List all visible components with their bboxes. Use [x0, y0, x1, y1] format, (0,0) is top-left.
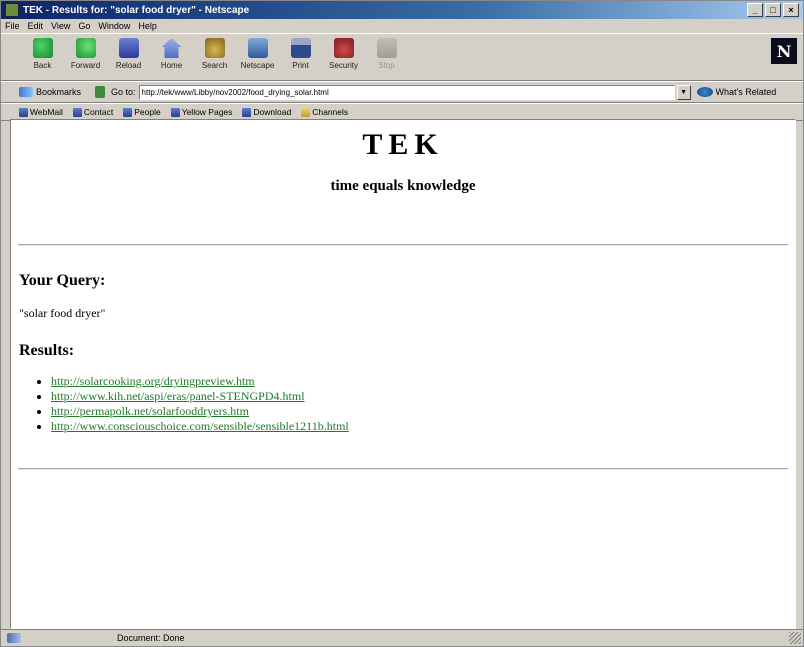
bookmark-icon: [72, 107, 82, 117]
list-item: http://www.consciouschoice.com/sensible/…: [51, 419, 349, 434]
lock-icon: [333, 38, 354, 58]
status-text: Document: Done: [117, 633, 185, 643]
results-heading: Results:: [19, 342, 75, 359]
bookmark-label: WebMail: [30, 107, 63, 117]
result-link[interactable]: http://solarcooking.org/dryingpreview.ht…: [51, 374, 255, 388]
bookmark-icon: [242, 107, 252, 117]
reload-button[interactable]: Reload: [107, 34, 150, 80]
forward-label: Forward: [70, 61, 101, 70]
location-toolbar: Bookmarks Go to: http://tek/www/Libby/no…: [1, 81, 803, 103]
menu-window[interactable]: Window: [98, 21, 130, 31]
result-link[interactable]: http://permapolk.net/solarfooddryers.htm: [51, 404, 249, 418]
back-arrow-icon: [32, 38, 53, 58]
page-title: TEK: [362, 128, 444, 161]
page-proxy-icon[interactable]: [95, 86, 106, 98]
menu-help[interactable]: Help: [138, 21, 157, 31]
bookmark-label: People: [134, 107, 161, 117]
title-bar: TEK - Results for: "solar food dryer" - …: [1, 1, 803, 19]
bookmark-label: Contact: [83, 107, 114, 117]
search-icon: [204, 38, 225, 58]
whats-related-button[interactable]: What's Related: [716, 87, 777, 97]
bookmark-icon: [19, 107, 28, 117]
connection-icon[interactable]: [7, 633, 21, 643]
top-divider: [18, 244, 788, 246]
results-list: http://solarcooking.org/dryingpreview.ht…: [37, 374, 349, 434]
netscape-icon: [247, 38, 268, 58]
bookmark-download[interactable]: Download: [242, 107, 291, 117]
bookmark-webmail[interactable]: WebMail: [19, 107, 63, 117]
netscape-logo[interactable]: N: [771, 38, 797, 64]
reload-label: Reload: [115, 61, 142, 70]
folder-icon: [301, 107, 311, 117]
bookmarks-button[interactable]: Bookmarks: [36, 87, 81, 97]
menu-edit[interactable]: Edit: [28, 21, 44, 31]
bookmark-icon: [170, 107, 180, 117]
url-input[interactable]: http://tek/www/Libby/nov2002/food_drying…: [138, 84, 675, 100]
bookmark-icon: [123, 107, 133, 117]
home-icon: [161, 38, 182, 58]
bookmark-label: Channels: [312, 107, 349, 117]
menu-go[interactable]: Go: [78, 21, 90, 31]
url-dropdown-button[interactable]: ▼: [676, 84, 691, 100]
resize-grip[interactable]: [789, 632, 801, 644]
back-label: Back: [33, 61, 52, 70]
bookmark-yellow-pages[interactable]: Yellow Pages: [170, 107, 233, 117]
list-item: http://permapolk.net/solarfooddryers.htm: [51, 404, 349, 419]
bookmark-label: Yellow Pages: [181, 107, 233, 117]
navigation-toolbar: Back Forward Reload Home Search Netscape…: [1, 33, 803, 81]
minimize-button[interactable]: _: [747, 3, 763, 17]
menu-bar: File Edit View Go Window Help: [1, 19, 803, 33]
netscape-button[interactable]: Netscape: [236, 34, 279, 80]
result-link[interactable]: http://www.kih.net/aspi/eras/panel-STENG…: [51, 389, 305, 403]
browser-window: TEK - Results for: "solar food dryer" - …: [0, 0, 804, 647]
netscape-label: Netscape: [240, 61, 275, 70]
page-tagline: time equals knowledge: [330, 178, 476, 194]
stop-button[interactable]: Stop: [365, 34, 408, 80]
list-item: http://www.kih.net/aspi/eras/panel-STENG…: [51, 389, 349, 404]
search-button[interactable]: Search: [193, 34, 236, 80]
bookmark-people[interactable]: People: [123, 107, 161, 117]
forward-arrow-icon: [75, 38, 96, 58]
menu-view[interactable]: View: [51, 21, 70, 31]
goto-label: Go to:: [111, 87, 136, 97]
whats-related-icon: [696, 87, 713, 97]
bookmark-contact[interactable]: Contact: [72, 107, 114, 117]
stop-label: Stop: [378, 61, 395, 70]
back-button[interactable]: Back: [21, 34, 64, 80]
list-item: http://solarcooking.org/dryingpreview.ht…: [51, 374, 349, 389]
query-text: "solar food dryer": [19, 306, 106, 320]
bookmarks-icon: [19, 87, 33, 97]
maximize-button[interactable]: □: [765, 3, 781, 17]
close-button[interactable]: ×: [783, 3, 799, 17]
query-heading: Your Query:: [19, 272, 106, 289]
status-bar: Document: Done: [1, 629, 803, 646]
print-label: Print: [292, 61, 309, 70]
netscape-app-icon: [5, 3, 19, 17]
security-button[interactable]: Security: [322, 34, 365, 80]
home-button[interactable]: Home: [150, 34, 193, 80]
bookmark-channels[interactable]: Channels: [301, 107, 348, 117]
reload-icon: [118, 38, 139, 58]
result-link[interactable]: http://www.consciouschoice.com/sensible/…: [51, 419, 349, 433]
page-content[interactable]: TEK time equals knowledge Your Query: "s…: [10, 119, 796, 629]
menu-file[interactable]: File: [5, 21, 20, 31]
print-icon: [290, 38, 311, 58]
forward-button[interactable]: Forward: [64, 34, 107, 80]
home-label: Home: [160, 61, 183, 70]
stop-icon: [376, 38, 397, 58]
print-button[interactable]: Print: [279, 34, 322, 80]
bookmark-label: Download: [253, 107, 292, 117]
window-title: TEK - Results for: "solar food dryer" - …: [23, 4, 250, 16]
security-label: Security: [329, 61, 358, 70]
bottom-divider: [18, 468, 788, 470]
search-label: Search: [201, 61, 228, 70]
